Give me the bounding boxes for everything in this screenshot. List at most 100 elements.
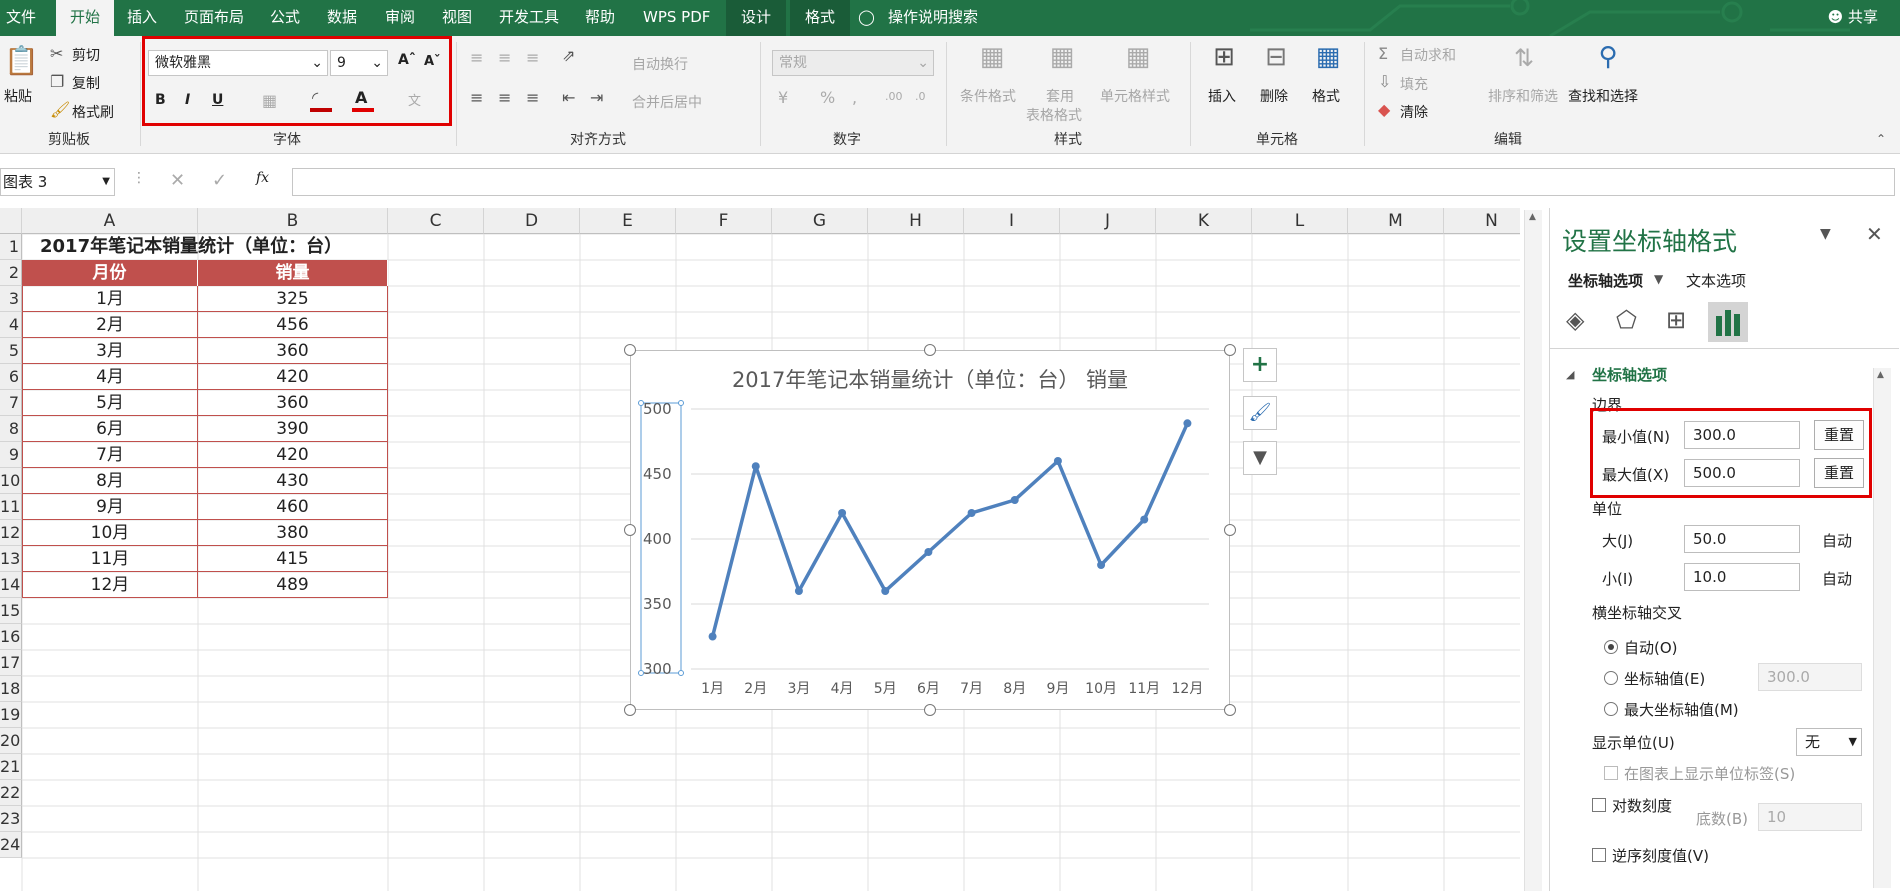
cross-auto-radio[interactable] — [1604, 640, 1618, 654]
select-all-corner[interactable] — [0, 208, 22, 234]
column-header-B[interactable]: B — [198, 208, 388, 234]
chart-styles-brush-icon[interactable]: 🖌 — [1243, 396, 1277, 430]
name-box[interactable]: 图表 3 ▼ — [0, 168, 115, 196]
decrease-font-icon[interactable]: Aˇ — [424, 54, 441, 69]
conditional-format-button[interactable]: 条件格式 — [960, 86, 1016, 106]
table-header-cell[interactable]: 月份 — [22, 260, 198, 286]
align-middle-icon[interactable]: ≡ — [498, 48, 511, 67]
table-cell[interactable]: 6月 — [22, 416, 198, 442]
row-header-3[interactable]: 3 — [0, 286, 22, 312]
align-center-icon[interactable]: ≡ — [498, 88, 511, 107]
table-cell[interactable]: 10月 — [22, 520, 198, 546]
table-cell[interactable]: 430 — [198, 468, 388, 494]
align-left-icon[interactable]: ≡ — [470, 88, 483, 107]
row-header-20[interactable]: 20 — [0, 728, 22, 754]
section-axis-options[interactable]: 坐标轴选项 — [1592, 364, 1667, 385]
display-units-select[interactable]: 无 ▼ — [1796, 728, 1862, 756]
row-header-13[interactable]: 13 — [0, 546, 22, 572]
resize-handle[interactable] — [624, 524, 636, 536]
tab-developer[interactable]: 开发工具 — [499, 0, 559, 36]
min-reset-button[interactable]: 重置 — [1814, 420, 1864, 450]
format-table-line1[interactable]: 套用 — [1046, 86, 1074, 106]
resize-handle[interactable] — [624, 344, 636, 356]
row-header-7[interactable]: 7 — [0, 390, 22, 416]
tab-formulas[interactable]: 公式 — [270, 0, 300, 36]
column-header-C[interactable]: C — [388, 208, 484, 234]
paste-icon[interactable]: 📋 — [4, 44, 39, 80]
row-header-4[interactable]: 4 — [0, 312, 22, 338]
table-cell[interactable]: 3月 — [22, 338, 198, 364]
reverse-checkbox[interactable] — [1592, 848, 1606, 862]
log-scale-checkbox[interactable] — [1592, 798, 1606, 812]
min-input[interactable]: 300.0 — [1684, 421, 1800, 449]
resize-handle[interactable] — [624, 704, 636, 716]
show-units-checkbox[interactable] — [1604, 766, 1618, 780]
resize-handle[interactable] — [924, 704, 936, 716]
format-button[interactable]: 格式 — [1312, 86, 1340, 106]
tab-page-layout[interactable]: 页面布局 — [184, 0, 244, 36]
table-cell[interactable]: 325 — [198, 286, 388, 312]
row-header-16[interactable]: 16 — [0, 624, 22, 650]
tab-help[interactable]: 帮助 — [585, 0, 615, 36]
chart-elements-plus-icon[interactable]: + — [1243, 348, 1277, 382]
table-cell[interactable]: 380 — [198, 520, 388, 546]
font-color-icon[interactable]: A — [355, 88, 367, 107]
tab-home[interactable]: 开始 — [56, 0, 114, 36]
effects-pentagon-icon[interactable]: ⬠ — [1616, 306, 1637, 334]
base-input[interactable]: 10 — [1758, 803, 1862, 831]
increase-font-icon[interactable]: Aˆ — [398, 52, 416, 68]
wrap-text-button[interactable]: 自动换行 — [632, 54, 688, 74]
column-header-E[interactable]: E — [580, 208, 676, 234]
row-header-19[interactable]: 19 — [0, 702, 22, 728]
column-header-M[interactable]: M — [1348, 208, 1444, 234]
cut-button[interactable]: 剪切 — [72, 45, 100, 65]
font-size-select[interactable]: 9 ⌄ — [330, 50, 388, 76]
scroll-up-icon[interactable]: ▲ — [1529, 212, 1536, 222]
table-cell[interactable]: 360 — [198, 338, 388, 364]
table-cell[interactable]: 456 — [198, 312, 388, 338]
table-cell[interactable]: 420 — [198, 364, 388, 390]
merge-center-button[interactable]: 合并后居中 — [632, 92, 702, 112]
table-cell[interactable]: 360 — [198, 390, 388, 416]
row-header-24[interactable]: 24 — [0, 832, 22, 858]
cross-max-radio[interactable] — [1604, 702, 1618, 716]
fill-color-icon[interactable]: ◜ — [312, 88, 318, 107]
sheet-vertical-scrollbar[interactable]: ▲ — [1524, 210, 1542, 891]
increase-indent-icon[interactable]: ⇥ — [590, 88, 603, 107]
format-table-line2[interactable]: 表格格式 — [1026, 105, 1082, 125]
tab-view[interactable]: 视图 — [442, 0, 472, 36]
cell-styles-button[interactable]: 单元格样式 — [1100, 86, 1170, 106]
text-options-tab[interactable]: 文本选项 — [1686, 270, 1746, 291]
size-properties-icon[interactable]: ⊞ — [1666, 306, 1686, 334]
table-cell[interactable]: 489 — [198, 572, 388, 598]
autosum-button[interactable]: 自动求和 — [1400, 45, 1456, 65]
resize-handle[interactable] — [1224, 344, 1236, 356]
tab-file[interactable]: 文件 — [6, 0, 46, 36]
row-header-5[interactable]: 5 — [0, 338, 22, 364]
copy-button[interactable]: 复制 — [72, 73, 100, 93]
bold-button[interactable]: B — [155, 92, 166, 108]
row-header-11[interactable]: 11 — [0, 494, 22, 520]
major-input[interactable]: 50.0 — [1684, 525, 1800, 553]
insert-button[interactable]: 插入 — [1208, 86, 1236, 106]
max-input[interactable]: 500.0 — [1684, 459, 1800, 487]
table-cell[interactable]: 12月 — [22, 572, 198, 598]
format-painter-button[interactable]: 格式刷 — [72, 102, 114, 122]
italic-button[interactable]: I — [185, 92, 190, 108]
chart-filter-icon[interactable]: ▼ — [1243, 441, 1277, 475]
table-cell[interactable]: 5月 — [22, 390, 198, 416]
pane-options-chevron-icon[interactable]: ▼ — [1820, 226, 1831, 242]
column-header-I[interactable]: I — [964, 208, 1060, 234]
fill-button[interactable]: 填充 — [1400, 74, 1428, 94]
row-header-2[interactable]: 2 — [0, 260, 22, 286]
column-header-L[interactable]: L — [1252, 208, 1348, 234]
formula-input[interactable] — [292, 168, 1895, 196]
align-bottom-icon[interactable]: ≡ — [526, 48, 539, 67]
clear-button[interactable]: 清除 — [1400, 102, 1428, 122]
tab-format[interactable]: 格式 — [790, 0, 850, 36]
row-header-14[interactable]: 14 — [0, 572, 22, 598]
table-cell[interactable]: 7月 — [22, 442, 198, 468]
table-cell[interactable]: 9月 — [22, 494, 198, 520]
column-header-H[interactable]: H — [868, 208, 964, 234]
row-header-18[interactable]: 18 — [0, 676, 22, 702]
